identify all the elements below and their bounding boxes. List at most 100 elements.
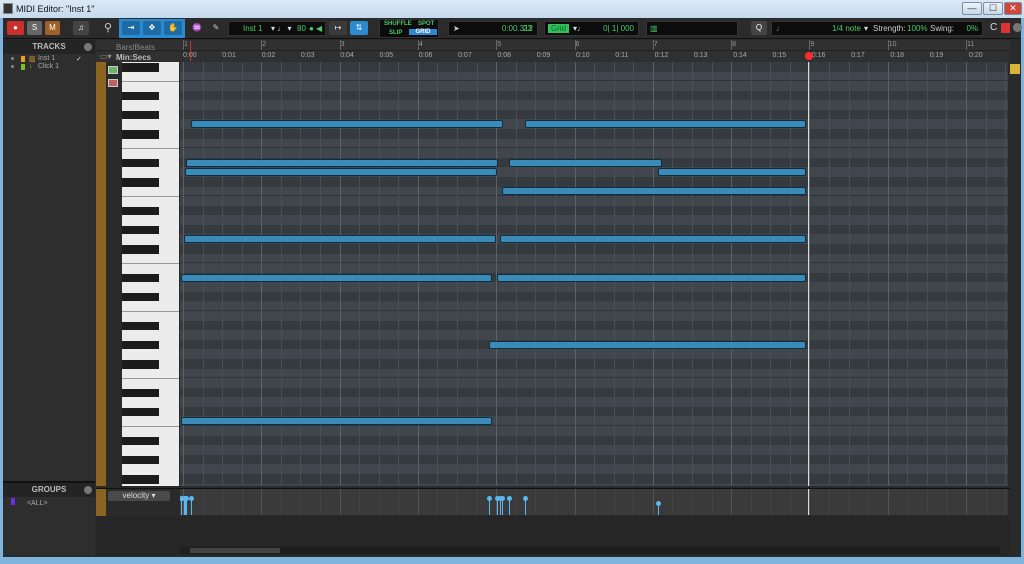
lane-type-selector[interactable]: velocity ▾ [108,491,170,501]
grid-line [907,62,909,486]
scrubber-tool-icon[interactable]: ♒ [189,21,205,35]
black-key[interactable] [122,225,159,235]
midi-note[interactable] [185,168,497,177]
velocity-handle[interactable] [506,495,512,501]
midi-note[interactable] [525,120,807,129]
black-key[interactable] [122,321,159,331]
mirror-icon[interactable]: ↦ [329,21,347,35]
track-selector[interactable]: Inst 1 ▾ ♩ ▾ 80 ● ◀ [228,21,326,36]
track-item[interactable]: ▥ Inst 1 ✓ [3,55,95,63]
black-key[interactable] [122,91,159,101]
sec-label: 0:20 [969,52,983,59]
horizontal-scrollbar[interactable] [180,547,1000,554]
midi-note[interactable] [181,417,493,426]
grid-value-selector[interactable]: Grid ▾♩ 0| 1| 000 [544,21,639,36]
options-icon[interactable] [1013,23,1022,32]
grid-line [868,62,870,486]
midi-note[interactable] [186,158,498,167]
velocity-handle[interactable] [494,495,500,501]
strength-value[interactable]: 100% [907,22,927,35]
tab-to-transient-icon[interactable]: ⇅ [350,21,368,35]
record-enable-button[interactable]: ● [7,21,24,35]
lane-color-strip [96,489,106,516]
midi-note[interactable] [501,187,807,196]
minimize-button[interactable]: — [962,2,982,15]
swing-value[interactable]: 0% [966,22,978,35]
black-key[interactable] [122,158,159,168]
solo-button[interactable]: S [27,21,42,35]
velocity-handle[interactable] [188,495,194,501]
black-key[interactable] [122,359,159,369]
midi-note[interactable] [658,168,807,177]
playhead-line [808,489,810,515]
notes-view-icon[interactable] [108,66,118,74]
black-key[interactable] [122,245,159,254]
track-color [21,56,25,62]
hand-tool-icon[interactable]: ✋ [164,21,182,35]
target-icon[interactable] [1001,23,1010,33]
midi-note[interactable] [500,235,807,244]
group-item[interactable]: <ALL> [11,498,48,507]
spot-mode[interactable]: SPOT [418,21,434,27]
velocity-handle[interactable] [487,495,493,501]
midi-note[interactable] [181,273,493,282]
black-key[interactable] [122,388,159,398]
velocity-handle[interactable] [656,500,662,506]
grid-line [985,489,987,515]
grid-line [202,489,204,515]
track-visibility-icon[interactable] [11,57,14,60]
black-key[interactable] [122,130,159,139]
grid-mode[interactable]: GRID [409,29,437,35]
track-item[interactable]: ↓ Click 1 [3,63,95,71]
grid-line [633,489,635,515]
scrollbar-thumb[interactable] [190,548,280,553]
midi-note[interactable] [190,120,504,129]
black-key[interactable] [122,177,159,187]
zoom-tool-icon[interactable]: ⚲ [100,21,116,35]
tracks-menu-icon[interactable] [84,43,92,51]
sec-label: 0:17 [851,52,865,59]
maximize-button[interactable]: ☐ [983,2,1003,15]
quantize-button[interactable]: Q [751,21,767,35]
black-key[interactable] [122,455,159,465]
pencil-tool-icon[interactable]: ✎ [208,21,224,35]
black-key[interactable] [122,474,159,484]
grid-line [554,489,556,515]
timeline-ruler[interactable]: Bars|Beats ▭▾ Min:Secs 12345678910110:00… [96,40,1010,62]
close-button[interactable]: ✕ [1004,2,1022,15]
mute-button[interactable]: M [45,21,60,35]
key-divider [122,148,179,150]
grid-line [535,489,537,515]
zoom-toggle-icon[interactable] [1010,64,1020,74]
midi-note[interactable] [489,340,807,349]
shuffle-mode[interactable]: SHUFFLE [384,21,412,27]
black-key[interactable] [122,206,159,216]
grabber-tool-icon[interactable]: ✥ [143,21,161,35]
midi-notes-icon[interactable]: ♫ [73,21,89,35]
quantize-note[interactable]: 1/4 note [832,22,861,35]
grid-line [300,489,302,515]
grid-line [457,489,459,515]
groups-menu-icon[interactable] [84,486,92,494]
black-key[interactable] [122,436,159,446]
black-key[interactable] [122,292,159,302]
link-icon[interactable]: C [990,22,997,33]
black-key[interactable] [122,340,159,350]
black-key[interactable] [122,273,159,283]
midi-note[interactable] [508,158,663,167]
black-key[interactable] [122,407,159,417]
velocity-view-icon[interactable] [108,79,118,87]
track-visibility-icon[interactable] [11,65,14,68]
grid-line [966,62,967,486]
midi-note[interactable] [183,235,497,244]
trim-tool-icon[interactable]: ⇥ [122,21,140,35]
piano-keyboard[interactable] [122,62,179,486]
black-key[interactable] [122,63,159,72]
note-grid[interactable] [180,62,1008,486]
velocity-grid[interactable] [180,489,1008,515]
slip-mode[interactable]: SLIP [389,30,402,36]
velocity-handle[interactable] [523,495,529,501]
vertical-scrollbar[interactable] [1009,62,1021,486]
midi-note[interactable] [496,273,807,282]
black-key[interactable] [122,110,159,120]
